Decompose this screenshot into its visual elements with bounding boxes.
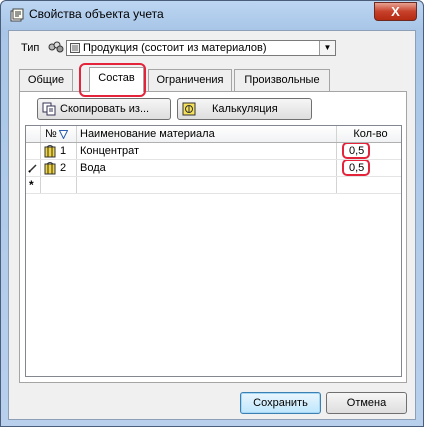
dropdown-button[interactable]: ▼ [319, 41, 335, 55]
cancel-button[interactable]: Отмена [326, 392, 407, 414]
type-label: Тип [21, 42, 40, 54]
material-icon [44, 145, 56, 158]
quantity-highlight-annotation [342, 143, 370, 159]
tab-highlight-annotation [79, 63, 146, 97]
row-number: 1 [60, 145, 67, 157]
header-number[interactable]: № [41, 126, 77, 142]
row-indicator [26, 143, 41, 159]
window-title: Свойства объекта учета [29, 7, 164, 21]
cancel-label: Отмена [346, 397, 387, 409]
materials-icon [48, 41, 64, 53]
product-icon [70, 43, 80, 53]
header-number-label: № [45, 128, 57, 140]
chevron-down-icon: ▼ [323, 43, 332, 52]
material-name-cell[interactable]: Вода [77, 160, 337, 176]
header-material-name[interactable]: Наименование материала [77, 126, 337, 142]
tab-custom-label: Произвольные [244, 74, 320, 86]
new-row-name-cell[interactable] [77, 177, 337, 193]
new-row[interactable]: * [26, 177, 401, 194]
tab-custom[interactable]: Произвольные [234, 69, 330, 91]
composition-panel: Скопировать из... Калькуляция № Наименов… [19, 91, 407, 383]
filter-icon[interactable] [59, 130, 68, 139]
tab-bar: Общие Состав Ограничения Произвольные [19, 67, 399, 92]
tab-restrictions[interactable]: Ограничения [148, 69, 232, 91]
close-button[interactable]: X [374, 2, 417, 21]
calculation-label: Калькуляция [212, 103, 278, 115]
asterisk-icon: * [29, 178, 34, 192]
quantity-cell[interactable]: 0,5 [337, 160, 401, 176]
material-name-cell[interactable]: Концентрат [77, 143, 337, 159]
table-row[interactable]: 2 Вода 0,5 [26, 160, 401, 177]
type-select[interactable]: Продукция (состоит из материалов) ▼ [66, 40, 336, 56]
tab-general[interactable]: Общие [19, 69, 73, 91]
calculation-icon [182, 102, 196, 116]
material-icon [44, 162, 56, 175]
row-number-cell[interactable]: 1 [41, 143, 77, 159]
close-icon: X [391, 4, 400, 19]
row-number: 2 [60, 162, 67, 174]
dialog-window: Свойства объекта учета X Тип Продукция (… [0, 0, 424, 427]
tab-general-label: Общие [27, 74, 65, 86]
copy-icon [42, 102, 56, 116]
row-indicator [26, 160, 41, 176]
new-row-indicator: * [26, 177, 41, 193]
new-row-number-cell[interactable] [41, 177, 77, 193]
table-row[interactable]: 1 Концентрат 0,5 [26, 143, 401, 160]
copy-from-button[interactable]: Скопировать из... [37, 98, 171, 120]
copy-from-label: Скопировать из... [60, 103, 150, 115]
type-select-value: Продукция (состоит из материалов) [83, 42, 267, 54]
materials-table[interactable]: № Наименование материала Кол-во 1 Концен… [25, 125, 402, 377]
header-quantity[interactable]: Кол-во [337, 126, 401, 142]
dialog-body: Тип Продукция (состоит из материалов) ▼ … [8, 30, 416, 420]
header-indicator [26, 126, 41, 142]
save-label: Сохранить [253, 397, 308, 409]
calculation-button[interactable]: Калькуляция [177, 98, 312, 120]
title-bar[interactable]: Свойства объекта учета X [1, 1, 423, 29]
new-row-quantity-cell[interactable] [337, 177, 401, 193]
save-button[interactable]: Сохранить [240, 392, 321, 414]
quantity-cell[interactable]: 0,5 [337, 143, 401, 159]
properties-icon [10, 8, 24, 22]
quantity-highlight-annotation [342, 160, 370, 176]
table-header: № Наименование материала Кол-во [26, 126, 401, 143]
tab-restrictions-label: Ограничения [156, 74, 224, 86]
row-number-cell[interactable]: 2 [41, 160, 77, 176]
pencil-icon [28, 164, 37, 173]
